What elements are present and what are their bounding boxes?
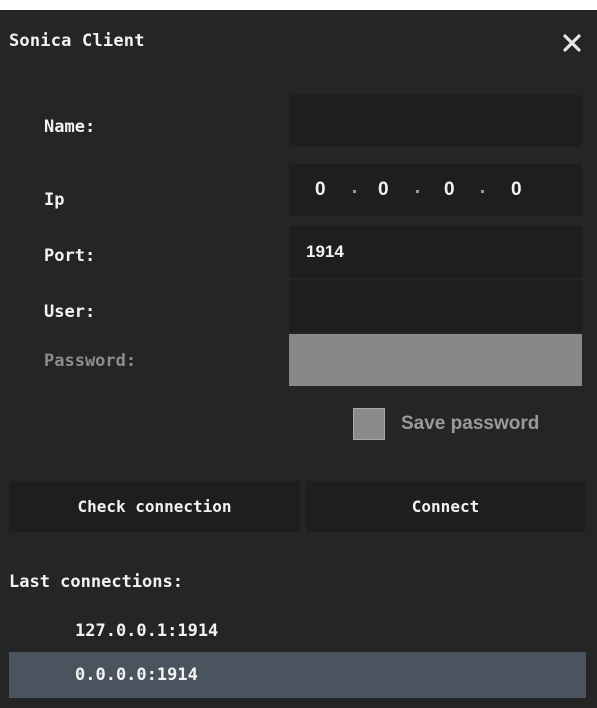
ip-octet-1[interactable]: 0 bbox=[315, 179, 326, 201]
save-password-label: Save password bbox=[401, 413, 540, 434]
title-bar[interactable]: Sonica Client bbox=[0, 10, 597, 76]
check-connection-button[interactable]: Check connection bbox=[9, 481, 300, 532]
ip-separator-dot bbox=[481, 190, 484, 193]
user-input[interactable] bbox=[289, 280, 582, 332]
close-button[interactable] bbox=[557, 28, 587, 58]
port-label: Port: bbox=[44, 246, 96, 266]
password-input[interactable] bbox=[289, 334, 582, 386]
password-label: Password: bbox=[44, 351, 137, 371]
window-title: Sonica Client bbox=[9, 31, 145, 51]
save-password-checkbox[interactable] bbox=[353, 408, 385, 440]
connection-list-item-selected[interactable]: 0.0.0.0:1914 bbox=[9, 652, 586, 698]
ip-octet-2[interactable]: 0 bbox=[378, 179, 389, 201]
connection-list-item[interactable]: 127.0.0.1:1914 bbox=[9, 608, 586, 654]
ip-octet-4[interactable]: 0 bbox=[511, 179, 522, 201]
ip-octet-3[interactable]: 0 bbox=[444, 179, 455, 201]
port-input[interactable] bbox=[289, 226, 582, 278]
client-window: Sonica Client Name: Ip 0 0 0 0 Port: Use… bbox=[0, 10, 597, 708]
ip-label: Ip bbox=[44, 190, 65, 210]
connect-button[interactable]: Connect bbox=[306, 481, 585, 532]
ip-address-input[interactable]: 0 0 0 0 bbox=[289, 164, 582, 216]
ip-separator-dot bbox=[353, 190, 356, 193]
close-icon bbox=[563, 34, 581, 52]
last-connections-title: Last connections: bbox=[9, 572, 183, 592]
name-input[interactable] bbox=[289, 95, 582, 147]
user-label: User: bbox=[44, 302, 96, 322]
ip-separator-dot bbox=[416, 190, 419, 193]
name-label: Name: bbox=[44, 117, 96, 137]
